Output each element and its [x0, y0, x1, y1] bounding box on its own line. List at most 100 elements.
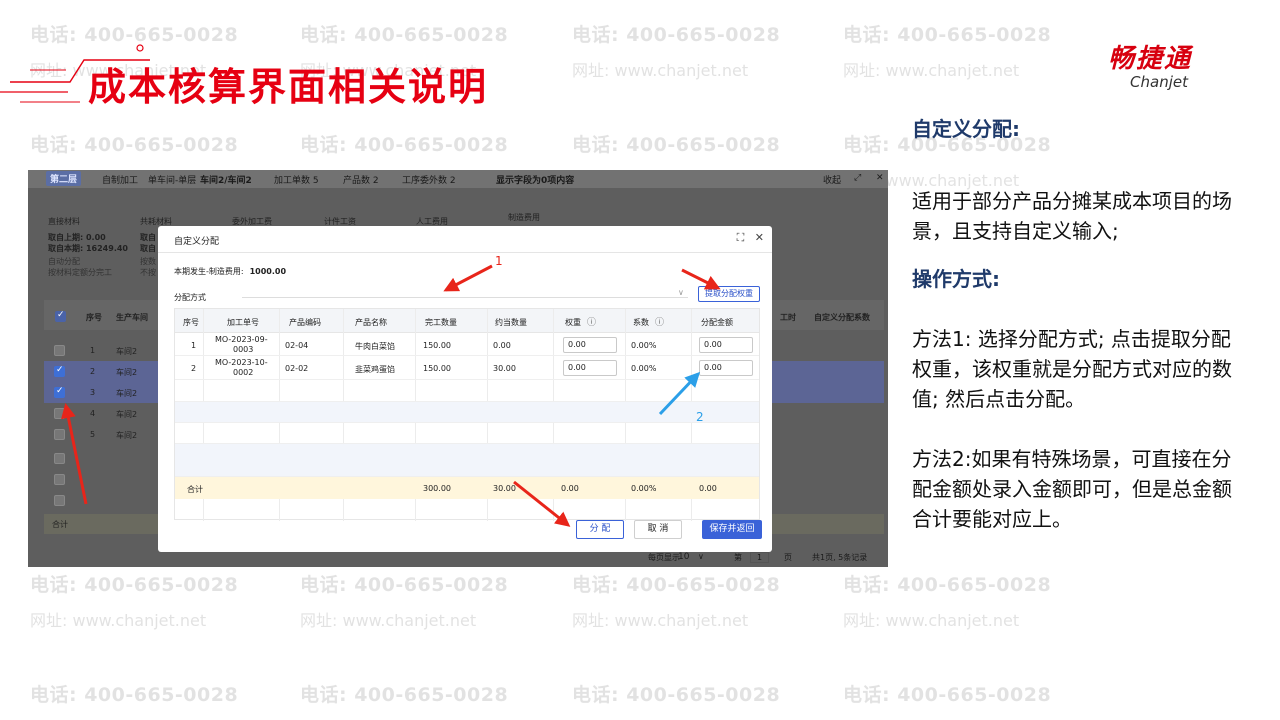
chanjet-logo: 畅捷通 Chanjet: [1108, 38, 1192, 91]
fullscreen-icon[interactable]: ⛶: [737, 231, 745, 244]
chevron-down-icon[interactable]: ∨: [698, 552, 704, 561]
by-material-quota: 按材料定额分完工: [48, 268, 112, 277]
weight-input[interactable]: 0.00: [563, 337, 617, 353]
sum-label: 合计: [187, 485, 203, 494]
cell-name: 牛肉白菜馅: [355, 342, 395, 351]
row-checkbox[interactable]: [54, 453, 65, 464]
col-header-factor: 系数: [633, 318, 649, 327]
dialog-divider: [158, 252, 772, 253]
cell-order: MO-2023-09-: [215, 335, 268, 344]
row-seq: 1: [90, 346, 96, 355]
empty-row: [175, 444, 759, 477]
amount-input[interactable]: 0.00: [699, 360, 753, 376]
custom-allocation-desc: 适用于部分产品分摊某成本项目的场景，且支持自定义输入;: [912, 189, 1232, 243]
col-header-amount: 分配金额: [701, 318, 733, 327]
row-workshop: 车间2: [116, 410, 138, 419]
empty-row: [175, 423, 759, 444]
row-checkbox[interactable]: [54, 429, 65, 440]
row-checkbox[interactable]: [54, 386, 65, 398]
col-header-code: 产品编码: [289, 318, 321, 327]
col-custom-factor: 自定义分配系数: [814, 313, 870, 322]
cell-seq: 2: [191, 364, 197, 373]
cell-factor: 0.00%: [631, 364, 657, 373]
watermark: 电话: 400-665-0028网址: www.chanjet.net: [572, 574, 781, 630]
row-workshop: 车间2: [116, 347, 138, 356]
row-checkbox[interactable]: [54, 408, 65, 419]
cell-code: 02-02: [285, 364, 309, 373]
software-screenshot: 第二层 自制加工 单车间-单层 车间2/车间2 加工单数 5 产品数 2 工序委…: [28, 170, 888, 567]
sum-weight: 0.00: [561, 484, 579, 493]
slide-title: 成本核算界面相关说明: [88, 65, 489, 109]
row-checkbox[interactable]: [54, 474, 65, 485]
fee-value: 1000.00: [249, 267, 287, 276]
tab-mode[interactable]: 单车间-单层: [148, 173, 196, 186]
row-checkbox[interactable]: [54, 345, 65, 356]
watermark: 电话: 400-665-0028网址: www.chanjet.net: [30, 574, 239, 630]
cell-code: 02-04: [285, 341, 309, 350]
logo-cn-text: 畅捷通: [1108, 44, 1193, 74]
page-number-input[interactable]: 1: [750, 552, 770, 563]
allocation-table: 序号 加工单号 产品编码 产品名称 完工数量 约当数量 权重 ⓘ 系数 ⓘ 分配…: [174, 308, 760, 521]
fetch-weight-button[interactable]: 提取分配权重: [698, 286, 760, 302]
empty-row: [175, 381, 759, 402]
sum-factor: 0.00%: [631, 484, 657, 493]
close-icon[interactable]: ✕: [755, 231, 764, 244]
heading-operation: 操作方式:: [912, 267, 1000, 291]
col-header-weight: 权重: [565, 318, 581, 327]
collapse-button[interactable]: 收起: [823, 173, 841, 186]
watermark: 电话: 400-665-0028网址: www.chanjet.net: [300, 574, 509, 630]
save-and-return-button[interactable]: 保存并返回: [702, 520, 762, 539]
page-prefix: 第: [734, 553, 742, 562]
select-all-checkbox[interactable]: [55, 310, 66, 322]
tab-layer-two[interactable]: 第二层: [46, 171, 82, 186]
by-short: 按数: [140, 257, 156, 266]
help-icon[interactable]: ⓘ: [587, 315, 596, 328]
fetch-current-short: 取自: [140, 244, 156, 253]
method-2-text: 方法2:如果有特殊场景，可直接在分配金额处录入金额即可，但是总金额合计要能对应上…: [912, 447, 1232, 531]
help-icon[interactable]: ⓘ: [655, 315, 664, 328]
page-suffix: 页: [784, 553, 792, 562]
row-checkbox[interactable]: [54, 365, 65, 377]
watermark: 电话: 400-665-0028网址: www.chanjet.net: [572, 684, 781, 706]
weight-input[interactable]: 0.00: [563, 360, 617, 376]
cancel-button[interactable]: 取 消: [634, 520, 682, 539]
col-header-equiv-qty: 约当数量: [495, 318, 527, 327]
cell-order: MO-2023-10-: [215, 358, 268, 367]
watermark: 电话: 400-665-0028网址: www.chanjet.net: [843, 684, 1052, 706]
watermark: 电话: 400-665-0028网址: www.chanjet.net: [843, 574, 1052, 630]
dialog-title: 自定义分配: [174, 237, 220, 247]
row-seq: 4: [90, 409, 96, 418]
allocation-method-select[interactable]: [242, 297, 688, 298]
cell-seq: 1: [191, 341, 197, 350]
fetch-last-short: 取自: [140, 233, 156, 242]
fee-label: 本期发生-制造费用:: [174, 267, 244, 276]
allocation-method-label: 分配方式: [174, 293, 206, 302]
fetch-last-period: 取自上期: 0.00: [48, 233, 106, 242]
cell-order: 0003: [233, 345, 254, 354]
distribute-button[interactable]: 分 配: [576, 520, 624, 539]
expand-icon[interactable]: ⤢: [854, 173, 861, 183]
col-workshop: 生产车间: [116, 313, 148, 322]
table-header: [175, 309, 759, 333]
display-fields[interactable]: 显示字段为0项内容: [496, 173, 574, 186]
watermark: 电话: 400-665-0028网址: www.chanjet.net: [30, 684, 239, 706]
method-1-text: 方法1: 选择分配方式; 点击提取分配权重，该权重就是分配方式对应的数值; 然后…: [912, 327, 1232, 411]
page-size-select[interactable]: 10: [678, 552, 689, 562]
workshop-label: 车间2/车间2: [200, 176, 252, 186]
col-header-done-qty: 完工数量: [425, 318, 457, 327]
cell-done: 150.00: [423, 364, 451, 373]
product-count: 产品数 2: [343, 176, 379, 186]
row-workshop: 车间2: [116, 368, 138, 377]
cell-factor: 0.00%: [631, 341, 657, 350]
cell-order: 0002: [233, 368, 254, 377]
chevron-down-icon[interactable]: ∨: [678, 288, 684, 297]
row-checkbox[interactable]: [54, 495, 65, 506]
outsource-count: 工序委外数 2: [402, 176, 456, 186]
col-header-seq: 序号: [183, 318, 199, 327]
tab-self-made[interactable]: 自制加工: [102, 173, 138, 186]
watermark: 电话: 400-665-0028网址: www.chanjet.net: [300, 684, 509, 706]
close-icon[interactable]: ✕: [876, 173, 884, 183]
fetch-current-period: 取自本期: 16249.40: [48, 244, 128, 253]
col-header-name: 产品名称: [355, 318, 387, 327]
amount-input[interactable]: 0.00: [699, 337, 753, 353]
